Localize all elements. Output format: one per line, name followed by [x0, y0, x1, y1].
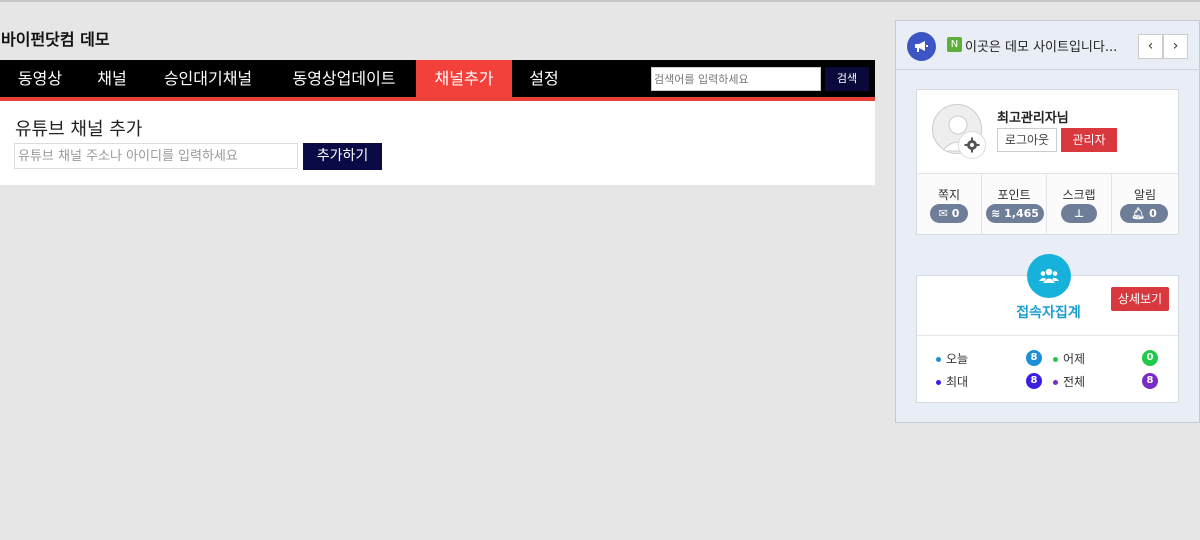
nav-item-settings[interactable]: 설정 — [512, 60, 576, 97]
nav-item-videos[interactable]: 동영상 — [0, 60, 80, 97]
admin-button[interactable]: 관리자 — [1061, 128, 1117, 152]
visitor-count-total: 8 — [1142, 373, 1158, 389]
stat-alerts[interactable]: 알림 🔔︎ 0 — [1112, 174, 1178, 235]
sidebar: N 이곳은 데모 사이트입니다... ‹ › 최고관리자님 로그아웃 관리자 쪽… — [895, 20, 1200, 423]
envelope-icon: ✉ — [938, 207, 948, 220]
logout-button[interactable]: 로그아웃 — [997, 128, 1057, 152]
nav-item-video-update[interactable]: 동영상업데이트 — [272, 60, 416, 97]
dot-icon — [1053, 357, 1058, 362]
user-name: 최고관리자님 — [997, 111, 1069, 126]
stat-value: 0 — [1149, 207, 1157, 220]
stat-scrap[interactable]: 스크랩 ⊥ — [1047, 174, 1112, 235]
search-input[interactable] — [651, 67, 821, 91]
dot-icon — [936, 380, 941, 385]
notice-prev-button[interactable]: ‹ — [1138, 34, 1163, 59]
pin-icon: ⊥ — [1073, 207, 1085, 220]
dot-icon — [1053, 380, 1058, 385]
stat-label: 스크랩 — [1062, 188, 1096, 202]
profile-stats: 쪽지 ✉ 0 포인트 ≋ 1,465 스크랩 ⊥ 알림 🔔︎ 0 — [917, 173, 1178, 235]
stat-scrap-pill: ⊥ — [1061, 204, 1097, 223]
visitor-stats-card: 접속자집계 상세보기 오늘 8 어제 0 최대 8 전체 8 — [916, 254, 1179, 403]
visitor-label: 전체 — [1063, 375, 1086, 389]
stat-value: 1,465 — [1004, 207, 1039, 220]
bell-icon: 🔔︎ — [1131, 207, 1146, 220]
new-badge: N — [947, 37, 962, 52]
visitor-count-today: 8 — [1026, 350, 1042, 366]
visitor-row-max: 최대 — [936, 373, 968, 390]
nav-item-pending-channels[interactable]: 승인대기채널 — [144, 60, 272, 97]
top-border — [0, 0, 1200, 2]
notice-bar: N 이곳은 데모 사이트입니다... ‹ › — [896, 21, 1200, 70]
site-title[interactable]: 바이펀닷컴 데모 — [1, 26, 110, 50]
stat-alerts-pill: 🔔︎ 0 — [1120, 204, 1168, 223]
stat-points[interactable]: 포인트 ≋ 1,465 — [982, 174, 1047, 235]
megaphone-icon — [907, 32, 936, 61]
visitor-label: 오늘 — [946, 352, 969, 366]
add-channel-panel: 유튜브 채널 추가 추가하기 — [0, 101, 875, 185]
visitor-label: 최대 — [946, 375, 969, 389]
stat-label: 쪽지 — [937, 188, 961, 202]
page-title: 유튜브 채널 추가 — [15, 119, 143, 140]
stat-value: 0 — [951, 207, 960, 220]
add-channel-button[interactable]: 추가하기 — [303, 143, 382, 170]
channel-url-input[interactable] — [14, 143, 298, 169]
nav-item-channels[interactable]: 채널 — [80, 60, 144, 97]
visitor-row-today: 오늘 — [936, 350, 968, 367]
stat-messages[interactable]: 쪽지 ✉ 0 — [917, 174, 982, 235]
gear-icon[interactable] — [958, 131, 986, 159]
nav-item-add-channel[interactable]: 채널추가 — [416, 60, 512, 97]
visitor-count-yesterday: 0 — [1142, 350, 1158, 366]
detail-button[interactable]: 상세보기 — [1111, 287, 1169, 311]
main-nav: 동영상 채널 승인대기채널 동영상업데이트 채널추가 설정 검색 — [0, 60, 875, 101]
notice-text[interactable]: 이곳은 데모 사이트입니다... — [965, 36, 1117, 55]
search-button[interactable]: 검색 — [825, 67, 869, 91]
profile-card: 최고관리자님 로그아웃 관리자 쪽지 ✉ 0 포인트 ≋ 1,465 스크랩 ⊥ — [916, 89, 1179, 235]
visitor-row-total: 전체 — [1053, 373, 1085, 390]
stat-label: 알림 — [1133, 188, 1157, 202]
visitor-count-max: 8 — [1026, 373, 1042, 389]
coins-icon: ≋ — [991, 207, 1001, 220]
stat-messages-pill: ✉ 0 — [930, 204, 968, 223]
users-icon — [1027, 254, 1071, 298]
visitor-row-yesterday: 어제 — [1053, 350, 1085, 367]
divider — [917, 335, 1178, 336]
dot-icon — [936, 357, 941, 362]
notice-next-button[interactable]: › — [1163, 34, 1188, 59]
stat-points-pill: ≋ 1,465 — [986, 204, 1044, 223]
visitor-label: 어제 — [1063, 352, 1086, 366]
stat-label: 포인트 — [997, 188, 1031, 202]
